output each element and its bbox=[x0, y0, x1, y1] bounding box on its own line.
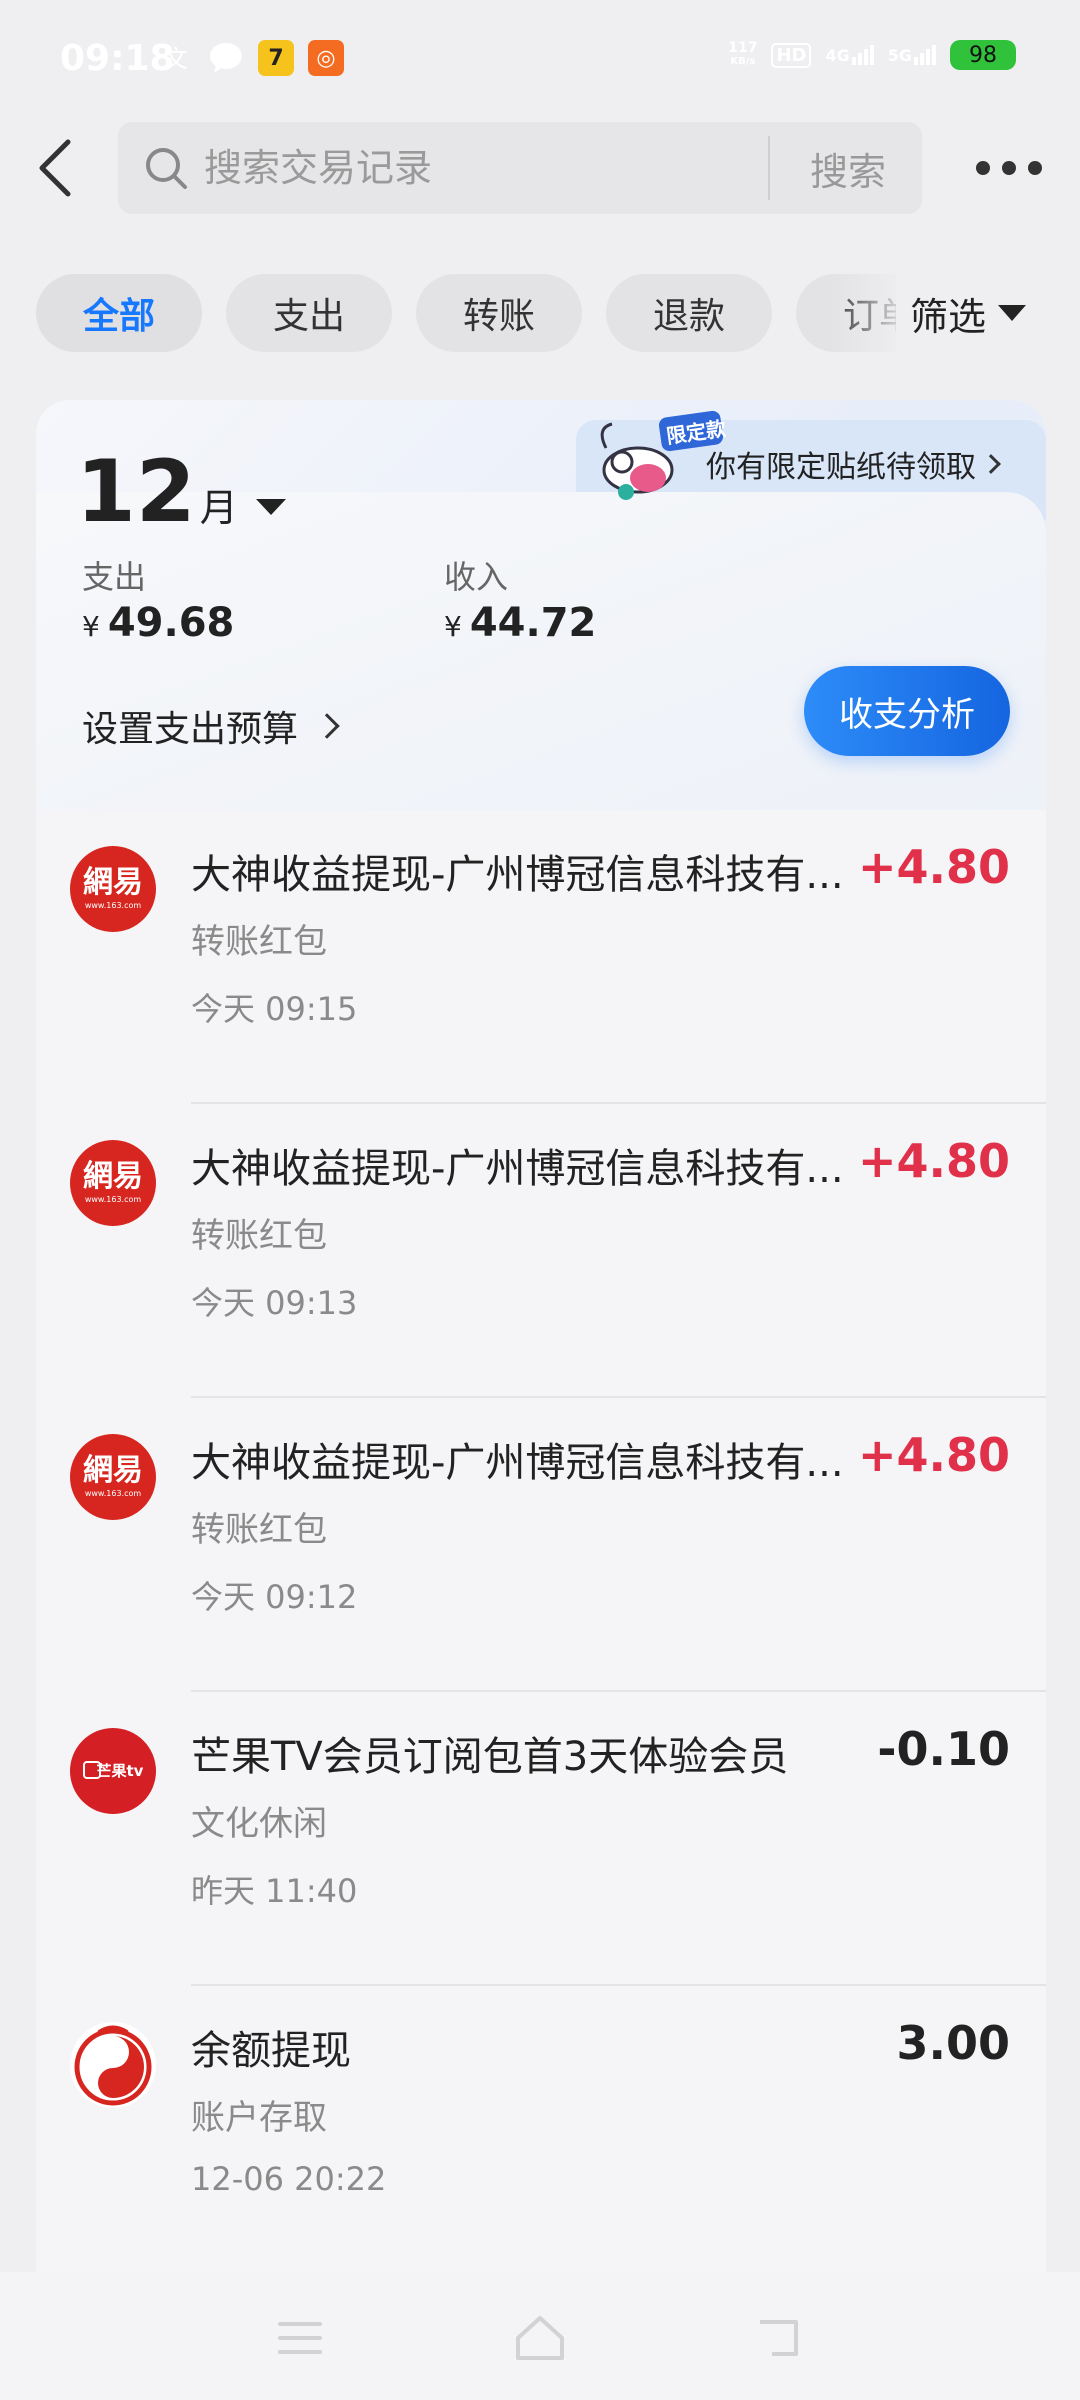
svg-text:網易: 網易 bbox=[83, 1453, 143, 1488]
svg-text:www.163.com: www.163.com bbox=[85, 901, 142, 910]
transaction-time: 今天 09:13 bbox=[191, 1284, 358, 1322]
transaction-category: 转账红包 bbox=[191, 922, 327, 962]
transaction-title: 芒果TV会员订阅包首3天体验会员 bbox=[191, 1734, 789, 1780]
chip-all[interactable]: 全部 bbox=[36, 274, 202, 352]
transaction-time: 12-06 20:22 bbox=[191, 2160, 387, 2198]
transaction-title: 大神收益提现-广州博冠信息科技有... bbox=[191, 1440, 844, 1486]
expense-label: 支出 bbox=[82, 558, 147, 596]
transaction-category: 文化休闲 bbox=[191, 1804, 327, 1844]
transactions-card: 限定款 你有限定贴纸待领取 12 月 支出 ¥49.68 收入 ¥44.72 设… bbox=[36, 400, 1046, 2400]
balance-logo-icon bbox=[70, 2022, 156, 2108]
transaction-title: 大神收益提现-广州博冠信息科技有... bbox=[191, 1146, 844, 1192]
chevron-right-icon bbox=[981, 454, 1001, 474]
search-input[interactable] bbox=[204, 122, 864, 214]
svg-text:網易: 網易 bbox=[83, 865, 143, 900]
search-bar[interactable]: 搜索 bbox=[118, 122, 922, 214]
chip-transfer[interactable]: 转账 bbox=[416, 274, 582, 352]
transaction-category: 转账红包 bbox=[191, 1510, 327, 1550]
netease-logo-icon: 網易 www.163.com bbox=[70, 1434, 156, 1520]
search-button[interactable]: 搜索 bbox=[774, 122, 922, 214]
signal-4g-icon: 4G bbox=[825, 45, 874, 65]
signal-5g-icon: 5G bbox=[888, 45, 936, 65]
svg-text:網易: 網易 bbox=[83, 1159, 143, 1194]
back-arrow-icon[interactable] bbox=[32, 136, 82, 200]
system-nav-bar bbox=[0, 2272, 1080, 2400]
translate-icon: 文 bbox=[164, 45, 188, 73]
month-unit: 月 bbox=[199, 486, 238, 530]
transaction-amount: 3.00 bbox=[896, 2016, 1011, 2070]
more-options-icon[interactable] bbox=[976, 150, 1042, 186]
transaction-time: 今天 09:15 bbox=[191, 990, 358, 1028]
net-speed: 117 KB/s bbox=[728, 40, 758, 67]
transaction-row[interactable]: 余额提现 3.00 账户存取 12-06 20:22 bbox=[36, 1986, 1046, 2280]
transaction-title: 余额提现 bbox=[191, 2028, 351, 2074]
hd-badge: HD bbox=[771, 42, 812, 68]
transaction-row[interactable]: 網易 www.163.com 大神收益提现-广州博冠信息科技有... +4.80 … bbox=[36, 810, 1046, 1104]
set-budget-link[interactable]: 设置支出预算 bbox=[82, 700, 340, 752]
svg-text:www.163.com: www.163.com bbox=[85, 1195, 142, 1204]
svg-text:芒果tv: 芒果tv bbox=[97, 1762, 144, 1780]
chip-refund[interactable]: 退款 bbox=[606, 274, 772, 352]
transaction-amount: +4.80 bbox=[857, 1134, 1010, 1188]
transaction-amount: +4.80 bbox=[857, 1428, 1010, 1482]
status-time: 09:18 bbox=[60, 38, 175, 79]
transaction-category: 转账红包 bbox=[191, 1216, 327, 1256]
transaction-time: 今天 09:12 bbox=[191, 1578, 358, 1616]
transaction-amount: -0.10 bbox=[877, 1722, 1010, 1776]
netease-logo-icon: 網易 www.163.com bbox=[70, 1140, 156, 1226]
home-icon[interactable] bbox=[510, 2310, 570, 2366]
battery-indicator: 98 bbox=[950, 40, 1016, 70]
netease-logo-icon: 網易 www.163.com bbox=[70, 846, 156, 932]
transaction-time: 昨天 11:40 bbox=[191, 1872, 358, 1910]
promo-text[interactable]: 你有限定贴纸待领取 bbox=[706, 442, 1001, 486]
chat-bubble-icon bbox=[210, 43, 242, 73]
svg-text:文: 文 bbox=[164, 45, 188, 73]
filter-chips: 全部 支出 转账 退款 订单 bbox=[36, 274, 896, 352]
transaction-row[interactable]: 芒果tv 芒果TV会员订阅包首3天体验会员 -0.10 文化休闲 昨天 11:4… bbox=[36, 1692, 1046, 1986]
month-summary: 限定款 你有限定贴纸待领取 12 月 支出 ¥49.68 收入 ¥44.72 设… bbox=[36, 400, 1046, 810]
transaction-category: 账户存取 bbox=[191, 2098, 327, 2138]
income-label: 收入 bbox=[444, 558, 509, 596]
notification-icons: 文 7 ◎ bbox=[160, 40, 344, 76]
caret-down-icon bbox=[998, 305, 1027, 321]
income-expense-analysis-button[interactable]: 收支分析 bbox=[804, 666, 1010, 756]
mangotv-logo-icon: 芒果tv bbox=[70, 1728, 156, 1814]
menu-icon[interactable] bbox=[270, 2310, 330, 2366]
sticker-mascot-icon: 限定款 bbox=[600, 410, 726, 500]
transaction-row[interactable]: 網易 www.163.com 大神收益提现-广州博冠信息科技有... +4.80 … bbox=[36, 1104, 1046, 1398]
svg-text:www.163.com: www.163.com bbox=[85, 1489, 142, 1498]
chip-expense[interactable]: 支出 bbox=[226, 274, 392, 352]
caret-down-icon bbox=[255, 499, 286, 515]
transaction-amount: +4.80 bbox=[857, 840, 1010, 894]
app-seven-icon: 7 bbox=[258, 40, 294, 76]
back-nav-icon[interactable] bbox=[750, 2310, 810, 2366]
status-bar: 09:18 文 7 ◎ 117 KB/s HD 4G 5G 98 bbox=[0, 0, 1080, 120]
expense-value: ¥49.68 bbox=[82, 600, 235, 646]
month-number: 12 bbox=[76, 442, 196, 542]
status-right: 117 KB/s HD 4G 5G 98 bbox=[728, 40, 1016, 70]
app-camera-icon: ◎ bbox=[308, 40, 344, 76]
chevron-right-icon bbox=[314, 713, 340, 739]
chips-fade bbox=[830, 270, 910, 356]
search-divider bbox=[768, 136, 770, 200]
filter-label: 筛选 bbox=[910, 294, 987, 339]
search-icon bbox=[146, 148, 187, 189]
filter-button[interactable]: 筛选 bbox=[910, 280, 1027, 346]
transaction-row[interactable]: 網易 www.163.com 大神收益提现-广州博冠信息科技有... +4.80 … bbox=[36, 1398, 1046, 1692]
transaction-title: 大神收益提现-广州博冠信息科技有... bbox=[191, 852, 844, 898]
income-value: ¥44.72 bbox=[444, 600, 597, 646]
month-selector[interactable]: 12 月 bbox=[76, 442, 286, 542]
